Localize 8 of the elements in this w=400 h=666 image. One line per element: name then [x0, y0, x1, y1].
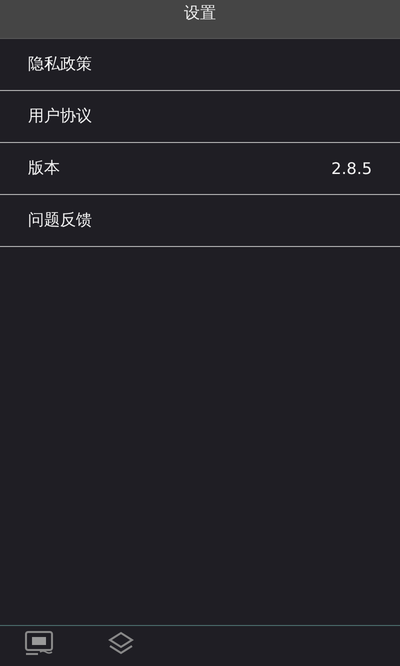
row-label: 用户协议	[28, 106, 92, 127]
row-label: 版本	[28, 158, 60, 179]
row-label: 问题反馈	[28, 210, 92, 231]
page-title: 设置	[184, 2, 216, 24]
row-label: 隐私政策	[28, 54, 92, 75]
layers-icon[interactable]	[106, 630, 136, 656]
row-value: 2.8.5	[331, 159, 372, 178]
monitor-icon[interactable]	[24, 630, 54, 656]
